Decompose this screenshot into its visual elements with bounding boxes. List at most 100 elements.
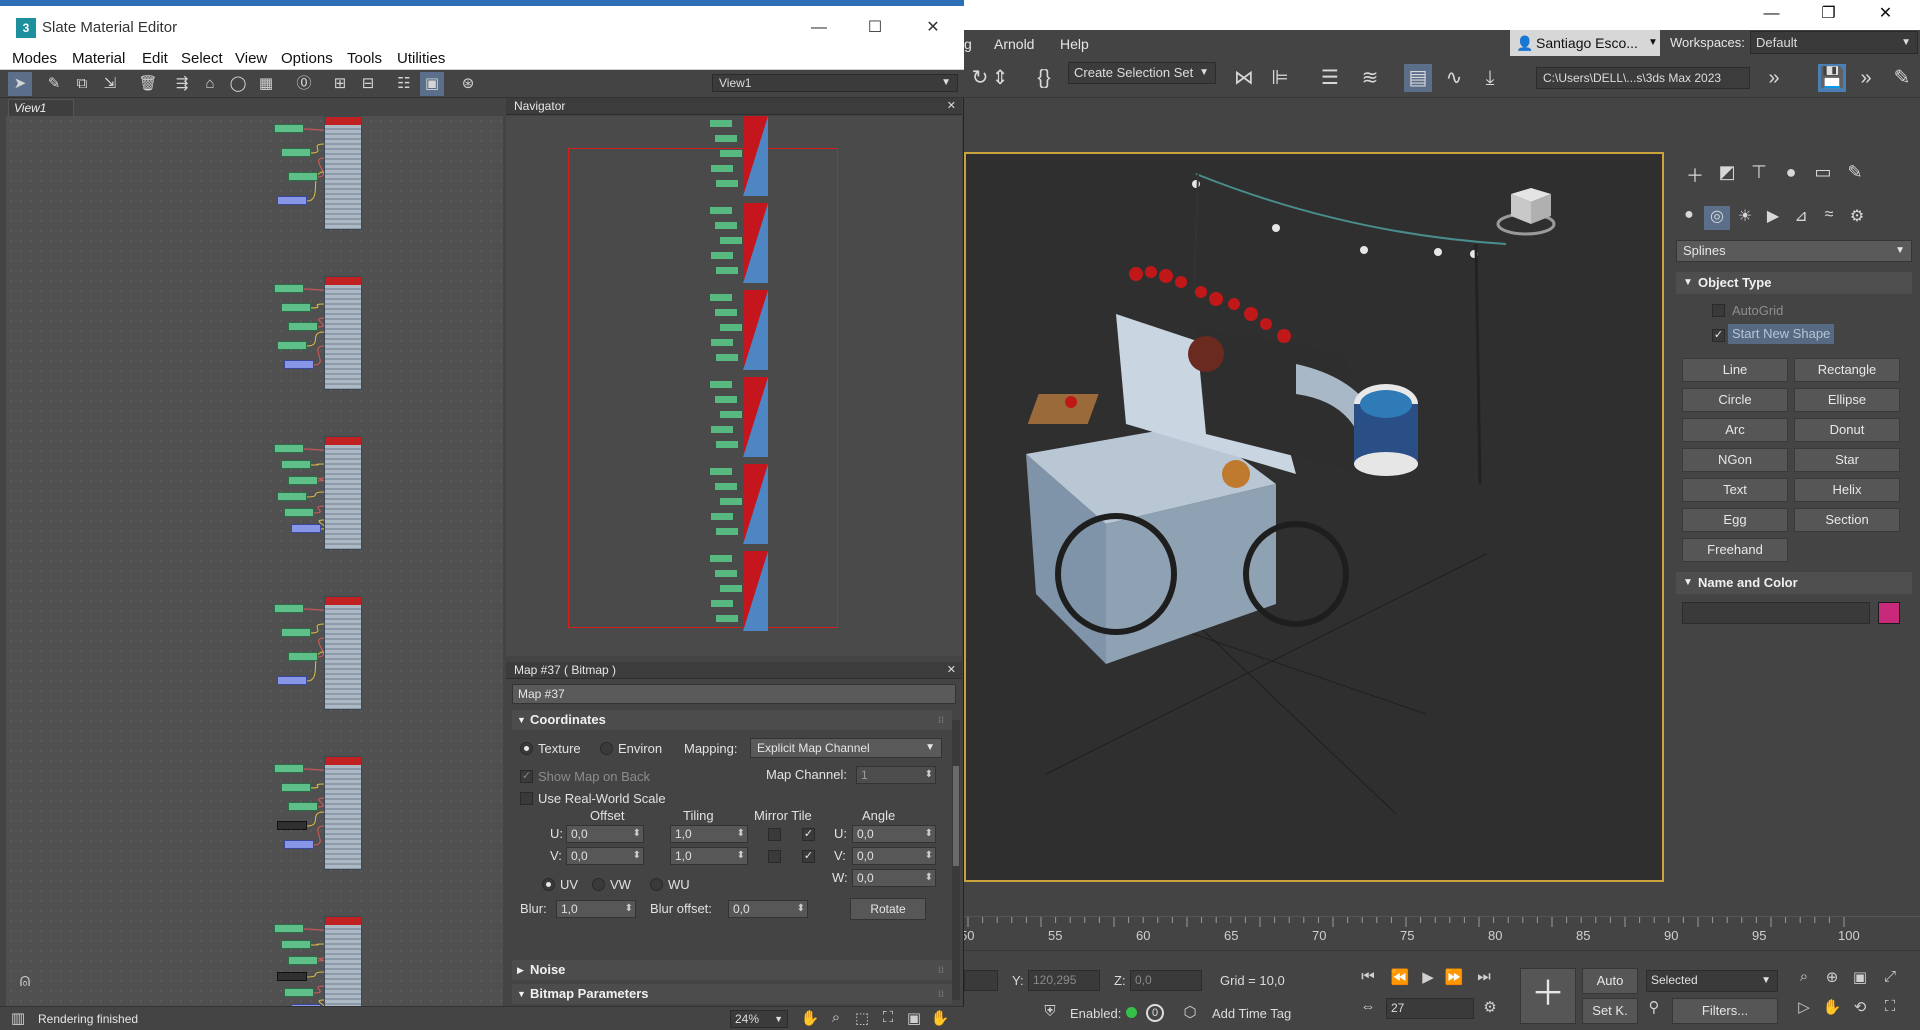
mirror-u-checkbox[interactable]: [768, 828, 781, 841]
close-icon[interactable]: ✕: [1857, 0, 1914, 30]
zoom-region-icon[interactable]: ⬚: [852, 1009, 872, 1029]
key-filters-icon[interactable]: ⚲: [1644, 998, 1664, 1018]
select-tool-icon[interactable]: ➤: [8, 72, 32, 96]
go-to-start-icon[interactable]: ⏮: [1358, 968, 1378, 988]
angle-w-spinner[interactable]: 0,0: [852, 869, 936, 887]
close-icon[interactable]: ✕: [910, 15, 956, 41]
filters-button[interactable]: Filters...: [1672, 998, 1778, 1024]
user-account-button[interactable]: 👤 Santiago Esco... ▼: [1510, 30, 1660, 56]
previous-frame-icon[interactable]: ⏪: [1390, 968, 1410, 988]
zoom-all-icon[interactable]: ⊕: [1822, 968, 1842, 988]
map-node[interactable]: [274, 284, 304, 293]
pan-icon[interactable]: ✋: [1822, 998, 1842, 1018]
line-button[interactable]: Line: [1682, 358, 1788, 382]
map-node[interactable]: [277, 341, 307, 350]
key-mode-icon[interactable]: ⇔: [1358, 998, 1378, 1018]
map-node[interactable]: [284, 840, 314, 849]
arc-button[interactable]: Arc: [1682, 418, 1788, 442]
wu-radio[interactable]: [650, 878, 663, 891]
map-node[interactable]: [274, 764, 304, 773]
cameras-icon[interactable]: ▶: [1760, 206, 1786, 230]
offset-u-spinner[interactable]: 0,0: [566, 825, 644, 843]
map-node[interactable]: [274, 444, 304, 453]
material-id-icon[interactable]: ⓪: [292, 72, 316, 96]
map-node[interactable]: [281, 303, 311, 312]
map-node[interactable]: [274, 124, 304, 133]
blur-spinner[interactable]: 1,0: [556, 900, 636, 918]
material-node[interactable]: [324, 116, 362, 230]
hide-unused-icon[interactable]: ⌂: [198, 72, 222, 96]
map-node[interactable]: [277, 492, 307, 501]
display-tab-icon[interactable]: ▭: [1808, 162, 1838, 186]
menu-options[interactable]: Options: [281, 50, 333, 67]
helpers-icon[interactable]: ⊿: [1788, 206, 1814, 230]
shield-icon[interactable]: ⛨: [1040, 1003, 1060, 1023]
parameter-scrollbar[interactable]: [952, 720, 960, 1000]
menu-utilities[interactable]: Utilities: [397, 50, 445, 67]
pan-hand-icon[interactable]: ✋: [800, 1009, 820, 1029]
zoom-icon[interactable]: ⌕: [1794, 968, 1814, 988]
show-map-on-back-checkbox[interactable]: ✓: [520, 770, 533, 783]
tiling-u-spinner[interactable]: 1,0: [670, 825, 748, 843]
material-node[interactable]: [324, 756, 362, 870]
material-node[interactable]: [324, 276, 362, 390]
create-tab-icon[interactable]: ＋: [1680, 162, 1710, 186]
tile-v-checkbox[interactable]: ✓: [802, 850, 815, 863]
motion-tab-icon[interactable]: ●: [1776, 162, 1806, 186]
render-setup-icon[interactable]: ⤓: [1476, 64, 1504, 92]
rectangle-button[interactable]: Rectangle: [1794, 358, 1900, 382]
tiling-v-spinner[interactable]: 1,0: [670, 847, 748, 865]
angle-v-spinner[interactable]: 0,0: [852, 847, 936, 865]
play-icon[interactable]: ▶: [1418, 968, 1438, 988]
egg-button[interactable]: Egg: [1682, 508, 1788, 532]
menu-view[interactable]: View: [235, 50, 267, 67]
enabled-indicator[interactable]: [1126, 1007, 1137, 1018]
maximize-icon[interactable]: ☐: [852, 15, 898, 41]
pan-hand-icon[interactable]: ⍝: [12, 970, 38, 996]
spinner-snap-icon[interactable]: ⇕: [986, 64, 1014, 92]
map-node[interactable]: [281, 628, 311, 637]
map-node[interactable]: [281, 148, 311, 157]
orbit-icon[interactable]: ⟲: [1850, 998, 1870, 1018]
view-select[interactable]: View1 ▼: [712, 74, 958, 92]
map-node[interactable]: [288, 476, 318, 485]
star-button[interactable]: Star: [1794, 448, 1900, 472]
layout-children-icon[interactable]: ⊟: [356, 72, 380, 96]
current-frame-field[interactable]: 27: [1386, 998, 1474, 1019]
show-map-icon[interactable]: ◯: [226, 72, 250, 96]
scrollbar-thumb[interactable]: [953, 766, 959, 866]
show-background-icon[interactable]: ▦: [254, 72, 278, 96]
modify-tab-icon[interactable]: ◩: [1712, 162, 1742, 186]
time-tag-icon[interactable]: ⬡: [1180, 1003, 1200, 1023]
zero-badge-icon[interactable]: 0: [1146, 1004, 1164, 1022]
coordinates-rollout[interactable]: ▼ Coordinates ⁞⁞: [512, 710, 952, 730]
menu-material[interactable]: Material: [72, 50, 125, 67]
select-by-material-icon[interactable]: ⊛: [456, 72, 480, 96]
object-type-rollout[interactable]: ▼ Object Type: [1676, 272, 1912, 294]
map-node[interactable]: [281, 783, 311, 792]
move-children-icon[interactable]: ⇶: [170, 72, 194, 96]
category-select[interactable]: Splines ▼: [1676, 240, 1912, 262]
map-node[interactable]: [284, 508, 314, 517]
material-map-browser-icon[interactable]: ☷: [392, 72, 416, 96]
time-config-icon[interactable]: ⚙: [1480, 998, 1500, 1018]
zoom-select[interactable]: 24% ▼: [730, 1010, 788, 1028]
map-node[interactable]: [284, 360, 314, 369]
perspective-viewport[interactable]: [964, 152, 1664, 882]
view-cube[interactable]: [1496, 188, 1556, 236]
map-node[interactable]: [277, 821, 307, 830]
save-scene-icon[interactable]: 💾: [1818, 64, 1846, 92]
selected-key-select[interactable]: Selected ▼: [1646, 970, 1778, 992]
curve-editor-icon[interactable]: ∿: [1440, 64, 1468, 92]
wrench-icon[interactable]: ✎: [1888, 64, 1916, 92]
set-key-button[interactable]: Set K.: [1582, 998, 1638, 1024]
map-channel-spinner[interactable]: 1: [856, 766, 936, 784]
navigator-view-rect[interactable]: [568, 148, 838, 628]
uv-radio[interactable]: [542, 878, 555, 891]
edit-named-selection-icon[interactable]: {}: [1030, 64, 1058, 92]
blur-offset-spinner[interactable]: 0,0: [728, 900, 808, 918]
systems-icon[interactable]: ⚙: [1844, 206, 1870, 230]
map-node[interactable]: [274, 604, 304, 613]
noise-rollout[interactable]: ▶ Noise ⁞⁞: [512, 960, 952, 980]
autogrid-checkbox[interactable]: [1712, 304, 1725, 317]
